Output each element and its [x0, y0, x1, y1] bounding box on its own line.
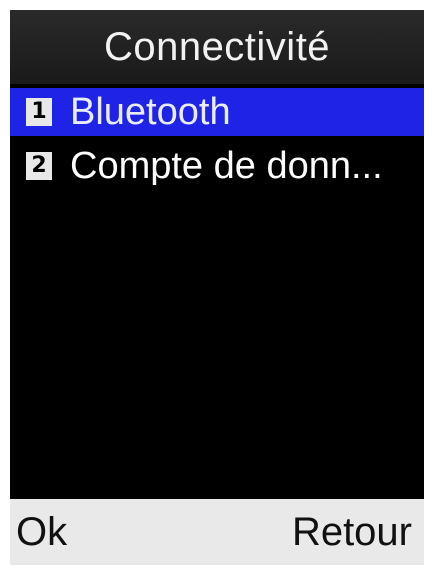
back-softkey[interactable]: Retour [292, 512, 412, 552]
number-one-icon: 1 [26, 98, 52, 126]
menu-item-label: Bluetooth [70, 93, 231, 131]
phone-device-frame: Connectivité 1 Bluetooth 2 Compte de don… [0, 0, 434, 573]
menu-item-bluetooth[interactable]: 1 Bluetooth [10, 88, 424, 136]
title-bar: Connectivité [10, 10, 424, 84]
page-title: Connectivité [103, 25, 331, 69]
softkey-bar: Ok Retour [10, 499, 424, 565]
menu-item-data-account[interactable]: 2 Compte de donn... [10, 142, 424, 190]
connectivity-menu: 1 Bluetooth 2 Compte de donn... [10, 88, 424, 190]
menu-item-label: Compte de donn... [70, 147, 383, 185]
number-two-icon: 2 [26, 152, 52, 180]
ok-softkey[interactable]: Ok [16, 512, 67, 552]
phone-screen: Connectivité 1 Bluetooth 2 Compte de don… [10, 10, 424, 565]
